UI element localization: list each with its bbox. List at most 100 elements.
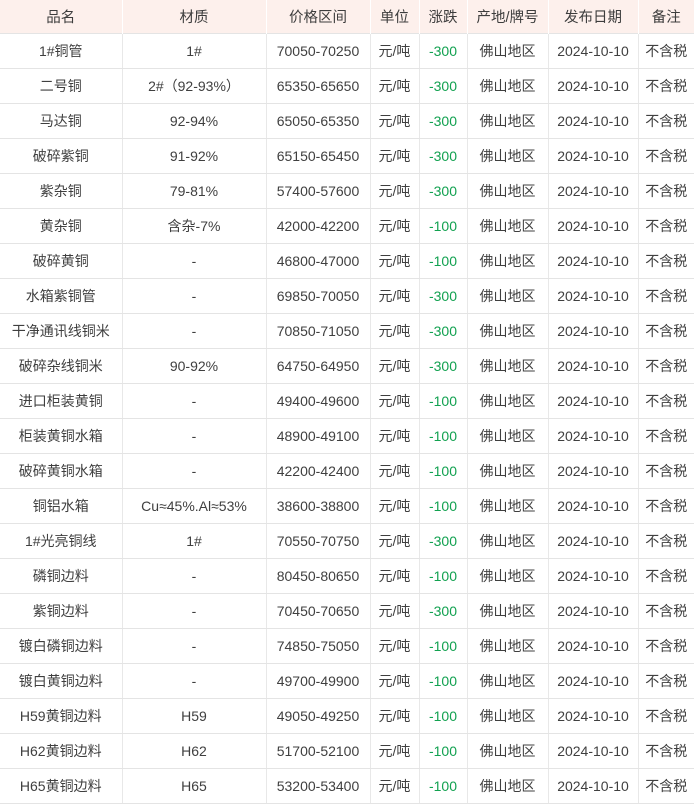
column-header-remark[interactable]: 备注 [638,0,694,34]
table-row[interactable]: 破碎黄铜水箱 -42200-42400 元/吨 -100 佛山地区 2024-10-10 不… [0,453,694,489]
cell-change: -100 [419,208,468,244]
column-header-date[interactable]: 发布日期 [548,0,639,34]
cell-unit: 元/吨 [370,558,420,594]
cell-origin: 佛山地区 [467,698,549,734]
cell-origin: 佛山地区 [467,628,549,664]
column-header-unit[interactable]: 单位 [370,0,420,34]
cell-price: 42000-42200 [266,208,371,244]
cell-price: 65350-65650 [266,68,371,104]
cell-unit: 元/吨 [370,698,420,734]
table-row[interactable]: H62黄铜边料 H62 51700-52100 元/吨 -100 佛山地区 2024-10-… [0,733,694,769]
table-row[interactable]: 破碎杂线铜米 90-92% 64750-64950 元/吨 -300 佛山地区 2024-1… [0,348,694,384]
cell-date: 2024-10-10 [548,663,639,699]
column-header-origin[interactable]: 产地/牌号 [467,0,549,34]
cell-date: 2024-10-10 [548,243,639,279]
cell-price: 49050-49250 [266,698,371,734]
cell-remark: 不含税 [638,243,694,279]
cell-material: - [122,593,267,629]
cell-change: -300 [419,313,468,349]
table-row[interactable]: 磷铜边料 -80450-80650 元/吨 -100 佛山地区 2024-10-10 不含税 [0,558,694,594]
cell-origin: 佛山地区 [467,348,549,384]
cell-date: 2024-10-10 [548,278,639,314]
cell-change: -100 [419,558,468,594]
table-row[interactable]: 破碎黄铜 -46800-47000 元/吨 -100 佛山地区 2024-10-10 不含税 [0,243,694,279]
cell-date: 2024-10-10 [548,488,639,524]
cell-remark: 不含税 [638,733,694,769]
cell-unit: 元/吨 [370,733,420,769]
table-row[interactable]: H65黄铜边料 H65 53200-53400 元/吨 -100 佛山地区 2024-10-… [0,768,694,804]
cell-origin: 佛山地区 [467,593,549,629]
cell-unit: 元/吨 [370,523,420,559]
cell-unit: 元/吨 [370,243,420,279]
cell-remark: 不含税 [638,138,694,174]
cell-change: -300 [419,103,468,139]
cell-origin: 佛山地区 [467,453,549,489]
cell-change: -100 [419,243,468,279]
cell-date: 2024-10-10 [548,313,639,349]
table-row[interactable]: 紫铜边料 -70450-70650 元/吨 -300 佛山地区 2024-10-10 不含税 [0,593,694,629]
cell-change: -100 [419,733,468,769]
column-header-material[interactable]: 材质 [122,0,267,34]
cell-change: -100 [419,453,468,489]
column-header-change[interactable]: 涨跌 [419,0,468,34]
table-row[interactable]: 紫杂铜 79-81% 57400-57600 元/吨 -300 佛山地区 2024-10-1… [0,173,694,209]
cell-origin: 佛山地区 [467,383,549,419]
table-row[interactable]: 镀白黄铜边料 -49700-49900 元/吨 -100 佛山地区 2024-10-10 不… [0,663,694,699]
table-row[interactable]: 进口柜装黄铜 -49400-49600 元/吨 -100 佛山地区 2024-10-10 不… [0,383,694,419]
cell-origin: 佛山地区 [467,33,549,69]
cell-name: 1#光亮铜线 [0,523,123,559]
table-row[interactable]: 1#铜管 1# 70050-70250 元/吨 -300 佛山地区 2024-10-10 不含… [0,33,694,69]
cell-price: 57400-57600 [266,173,371,209]
cell-change: -100 [419,663,468,699]
cell-unit: 元/吨 [370,453,420,489]
cell-name: 镀白磷铜边料 [0,628,123,664]
table-row[interactable]: 柜装黄铜水箱 -48900-49100 元/吨 -100 佛山地区 2024-10-10 不… [0,418,694,454]
table-row[interactable]: 水箱紫铜管 -69850-70050 元/吨 -300 佛山地区 2024-10-10 不含… [0,278,694,314]
cell-unit: 元/吨 [370,593,420,629]
cell-price: 70450-70650 [266,593,371,629]
table-row[interactable]: 镀白磷铜边料 -74850-75050 元/吨 -100 佛山地区 2024-10-10 不… [0,628,694,664]
table-row[interactable]: 1#光亮铜线 1# 70550-70750 元/吨 -300 佛山地区 2024-10-10… [0,523,694,559]
cell-material: - [122,383,267,419]
cell-name: 水箱紫铜管 [0,278,123,314]
cell-material: - [122,453,267,489]
column-header-price[interactable]: 价格区间 [266,0,371,34]
cell-name: 破碎黄铜 [0,243,123,279]
cell-price: 49700-49900 [266,663,371,699]
cell-name: 破碎杂线铜米 [0,348,123,384]
cell-name: 干净通讯线铜米 [0,313,123,349]
cell-material: H65 [122,768,267,804]
table-row[interactable]: 黄杂铜 含杂-7% 42000-42200 元/吨 -100 佛山地区 2024-10-10… [0,208,694,244]
cell-date: 2024-10-10 [548,138,639,174]
cell-date: 2024-10-10 [548,628,639,664]
cell-date: 2024-10-10 [548,348,639,384]
cell-origin: 佛山地区 [467,103,549,139]
table-header-row: 品名 材质 价格区间 单位 涨跌 产地/牌号 发布日期 备注 [0,0,694,34]
cell-remark: 不含税 [638,628,694,664]
cell-remark: 不含税 [638,278,694,314]
cell-material: 1# [122,33,267,69]
table-row[interactable]: 二号铜 2#（92-93%） 65350-65650 元/吨 -300 佛山地区 2024-… [0,68,694,104]
cell-unit: 元/吨 [370,313,420,349]
table-row[interactable]: 铜铝水箱 Cu≈45%.Al≈53% 38600-38800 元/吨 -100 佛山地区 2… [0,488,694,524]
column-header-name[interactable]: 品名 [0,0,123,34]
cell-price: 80450-80650 [266,558,371,594]
cell-material: - [122,663,267,699]
cell-origin: 佛山地区 [467,208,549,244]
cell-price: 49400-49600 [266,383,371,419]
table-row[interactable]: 马达铜 92-94% 65050-65350 元/吨 -300 佛山地区 2024-10-1… [0,103,694,139]
cell-name: H59黄铜边料 [0,698,123,734]
cell-price: 46800-47000 [266,243,371,279]
cell-name: 进口柜装黄铜 [0,383,123,419]
table-row[interactable]: 干净通讯线铜米 -70850-71050 元/吨 -300 佛山地区 2024-10-10… [0,313,694,349]
cell-material: 90-92% [122,348,267,384]
table-row[interactable]: 破碎紫铜 91-92% 65150-65450 元/吨 -300 佛山地区 2024-10-… [0,138,694,174]
cell-price: 48900-49100 [266,418,371,454]
cell-change: -100 [419,418,468,454]
cell-remark: 不含税 [638,33,694,69]
table-row[interactable]: H59黄铜边料 H59 49050-49250 元/吨 -100 佛山地区 2024-10-… [0,698,694,734]
cell-remark: 不含税 [638,348,694,384]
cell-change: -300 [419,173,468,209]
cell-name: 1#铜管 [0,33,123,69]
cell-material: - [122,418,267,454]
